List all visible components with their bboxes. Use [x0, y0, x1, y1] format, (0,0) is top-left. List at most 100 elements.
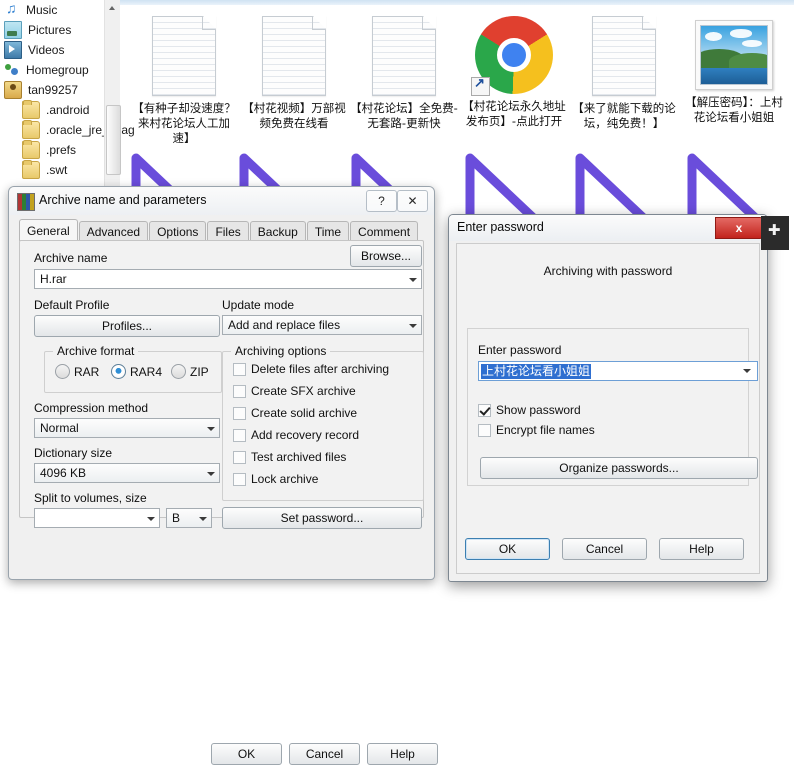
- scrollbar-thumb[interactable]: [106, 105, 121, 175]
- dictionary-size-value: 4096 KB: [40, 466, 86, 480]
- checkbox-add-recovery-record[interactable]: Add recovery record: [233, 428, 359, 442]
- chevron-down-icon[interactable]: [199, 517, 207, 521]
- sidebar-item-label: Music: [26, 3, 57, 17]
- radio-zip[interactable]: ZIP: [171, 364, 209, 379]
- file-label: 【村花视频】万部视频免费在线看: [240, 101, 348, 131]
- radio-icon-selected: [111, 364, 126, 379]
- sidebar-item-swt[interactable]: .swt: [0, 160, 120, 180]
- tab-files[interactable]: Files: [207, 221, 248, 241]
- update-mode-select[interactable]: Add and replace files: [222, 315, 422, 335]
- split-size-input[interactable]: [34, 508, 160, 528]
- help-button[interactable]: Help: [659, 538, 744, 560]
- videos-icon: [4, 41, 22, 59]
- sidebar-item-prefs[interactable]: .prefs: [0, 140, 120, 160]
- split-unit-value: B: [172, 511, 180, 525]
- dictionary-size-select[interactable]: 4096 KB: [34, 463, 220, 483]
- winrar-titlebar[interactable]: Archive name and parameters ? ✕: [9, 187, 434, 215]
- sidebar-item-android[interactable]: .android: [0, 100, 120, 120]
- tab-comment[interactable]: Comment: [350, 221, 418, 241]
- winrar-tabstrip: General Advanced Options Files Backup Ti…: [19, 221, 424, 241]
- checkbox-icon: [233, 473, 246, 486]
- radio-label: RAR: [74, 365, 99, 379]
- radio-rar4[interactable]: RAR4: [111, 364, 162, 379]
- sidebar-item-label: .android: [46, 103, 89, 117]
- desktop-file-2[interactable]: 【村花视频】万部视频免费在线看: [240, 16, 348, 131]
- chevron-down-icon[interactable]: [147, 517, 155, 521]
- tab-options[interactable]: Options: [149, 221, 206, 241]
- desktop-file-4-chrome-shortcut[interactable]: 【村花论坛永久地址发布页】-点此打开: [460, 16, 568, 129]
- checkbox-label: Test archived files: [251, 450, 346, 464]
- radio-rar[interactable]: RAR: [55, 364, 99, 379]
- checkbox-label: Create SFX archive: [251, 384, 356, 398]
- tab-general[interactable]: General: [19, 219, 78, 241]
- set-password-button[interactable]: Set password...: [222, 507, 422, 529]
- ok-button[interactable]: OK: [465, 538, 550, 560]
- sidebar-item-videos[interactable]: Videos: [0, 40, 120, 60]
- help-button-titlebar[interactable]: ?: [366, 190, 397, 212]
- folder-icon: [22, 161, 40, 179]
- checkbox-encrypt-file-names[interactable]: Encrypt file names: [478, 423, 595, 437]
- checkbox-icon: [233, 385, 246, 398]
- checkbox-show-password[interactable]: Show password: [478, 403, 581, 417]
- archive-name-input[interactable]: H.rar: [34, 269, 422, 289]
- text-document-icon: [152, 16, 216, 96]
- chevron-down-icon[interactable]: [207, 427, 215, 431]
- split-unit-select[interactable]: B: [166, 508, 212, 528]
- sidebar-item-music[interactable]: Music: [0, 0, 120, 20]
- checkbox-delete-files-after-archiving[interactable]: Delete files after archiving: [233, 362, 389, 376]
- tab-advanced[interactable]: Advanced: [79, 221, 148, 241]
- cancel-button[interactable]: Cancel: [562, 538, 647, 560]
- desktop-file-5[interactable]: 【来了就能下载的论坛，纯免费！】: [570, 16, 678, 131]
- chrome-hub: [497, 38, 531, 72]
- chevron-down-icon[interactable]: [743, 369, 751, 373]
- organize-passwords-button[interactable]: Organize passwords...: [480, 457, 758, 479]
- ok-button[interactable]: OK: [211, 743, 282, 765]
- archiving-with-password-caption: Archiving with password: [457, 264, 759, 278]
- tab-time[interactable]: Time: [307, 221, 349, 241]
- navigation-pane-scrollbar[interactable]: [104, 0, 120, 196]
- chevron-down-icon[interactable]: [207, 472, 215, 476]
- shortcut-arrow-icon: [471, 77, 490, 96]
- browse-button[interactable]: Browse...: [350, 245, 422, 267]
- text-document-icon: [372, 16, 436, 96]
- dictionary-size-label: Dictionary size: [34, 446, 112, 460]
- desktop-file-1[interactable]: 【有种子却没速度？来村花论坛人工加速】: [130, 16, 238, 146]
- sidebar-item-user[interactable]: tan99257: [0, 80, 120, 100]
- cancel-button[interactable]: Cancel: [289, 743, 360, 765]
- scroll-up-arrow-icon[interactable]: [105, 0, 120, 15]
- desktop-file-3[interactable]: 【村花论坛】全免费-无套路-更新快: [350, 16, 458, 131]
- close-button[interactable]: x: [715, 217, 763, 239]
- archiving-options-group-title: Archiving options: [231, 344, 330, 358]
- help-button[interactable]: Help: [367, 743, 438, 765]
- password-input[interactable]: 上村花论坛看小姐姐: [478, 361, 758, 381]
- sidebar-item-pictures[interactable]: Pictures: [0, 20, 120, 40]
- checkbox-create-solid-archive[interactable]: Create solid archive: [233, 406, 357, 420]
- close-button-titlebar[interactable]: ✕: [397, 190, 428, 212]
- image-thumbnail-icon: [695, 20, 773, 90]
- user-folder-icon: [4, 81, 22, 99]
- checkbox-lock-archive[interactable]: Lock archive: [233, 472, 318, 486]
- profiles-button[interactable]: Profiles...: [34, 315, 220, 337]
- password-dialog-body: Archiving with password Enter password 上…: [456, 243, 760, 574]
- checkbox-icon: [233, 407, 246, 420]
- explorer-navigation-pane[interactable]: Music Pictures Videos Homegroup tan99257…: [0, 0, 120, 196]
- folder-icon: [22, 141, 40, 159]
- chevron-down-icon[interactable]: [409, 324, 417, 328]
- archiving-options-group: Archiving options Delete files after arc…: [222, 351, 424, 501]
- chevron-down-icon[interactable]: [409, 278, 417, 282]
- compression-method-select[interactable]: Normal: [34, 418, 220, 438]
- file-label: 【来了就能下载的论坛，纯免费！】: [570, 101, 678, 131]
- sidebar-item-oracle-jre-usage[interactable]: .oracle_jre_usag: [0, 120, 120, 140]
- checkbox-label: Delete files after archiving: [251, 362, 389, 376]
- folder-icon: [22, 101, 40, 119]
- checkbox-test-archived-files[interactable]: Test archived files: [233, 450, 346, 464]
- checkbox-label: Create solid archive: [251, 406, 357, 420]
- password-dialog-titlebar[interactable]: Enter password x: [449, 215, 767, 241]
- radio-label: RAR4: [130, 365, 162, 379]
- checkbox-create-sfx-archive[interactable]: Create SFX archive: [233, 384, 356, 398]
- desktop-file-6[interactable]: 【解压密码】：上村花论坛看小姐姐: [680, 20, 788, 125]
- update-mode-label: Update mode: [222, 298, 294, 312]
- text-document-icon: [262, 16, 326, 96]
- tab-backup[interactable]: Backup: [250, 221, 306, 241]
- sidebar-item-homegroup[interactable]: Homegroup: [0, 60, 120, 80]
